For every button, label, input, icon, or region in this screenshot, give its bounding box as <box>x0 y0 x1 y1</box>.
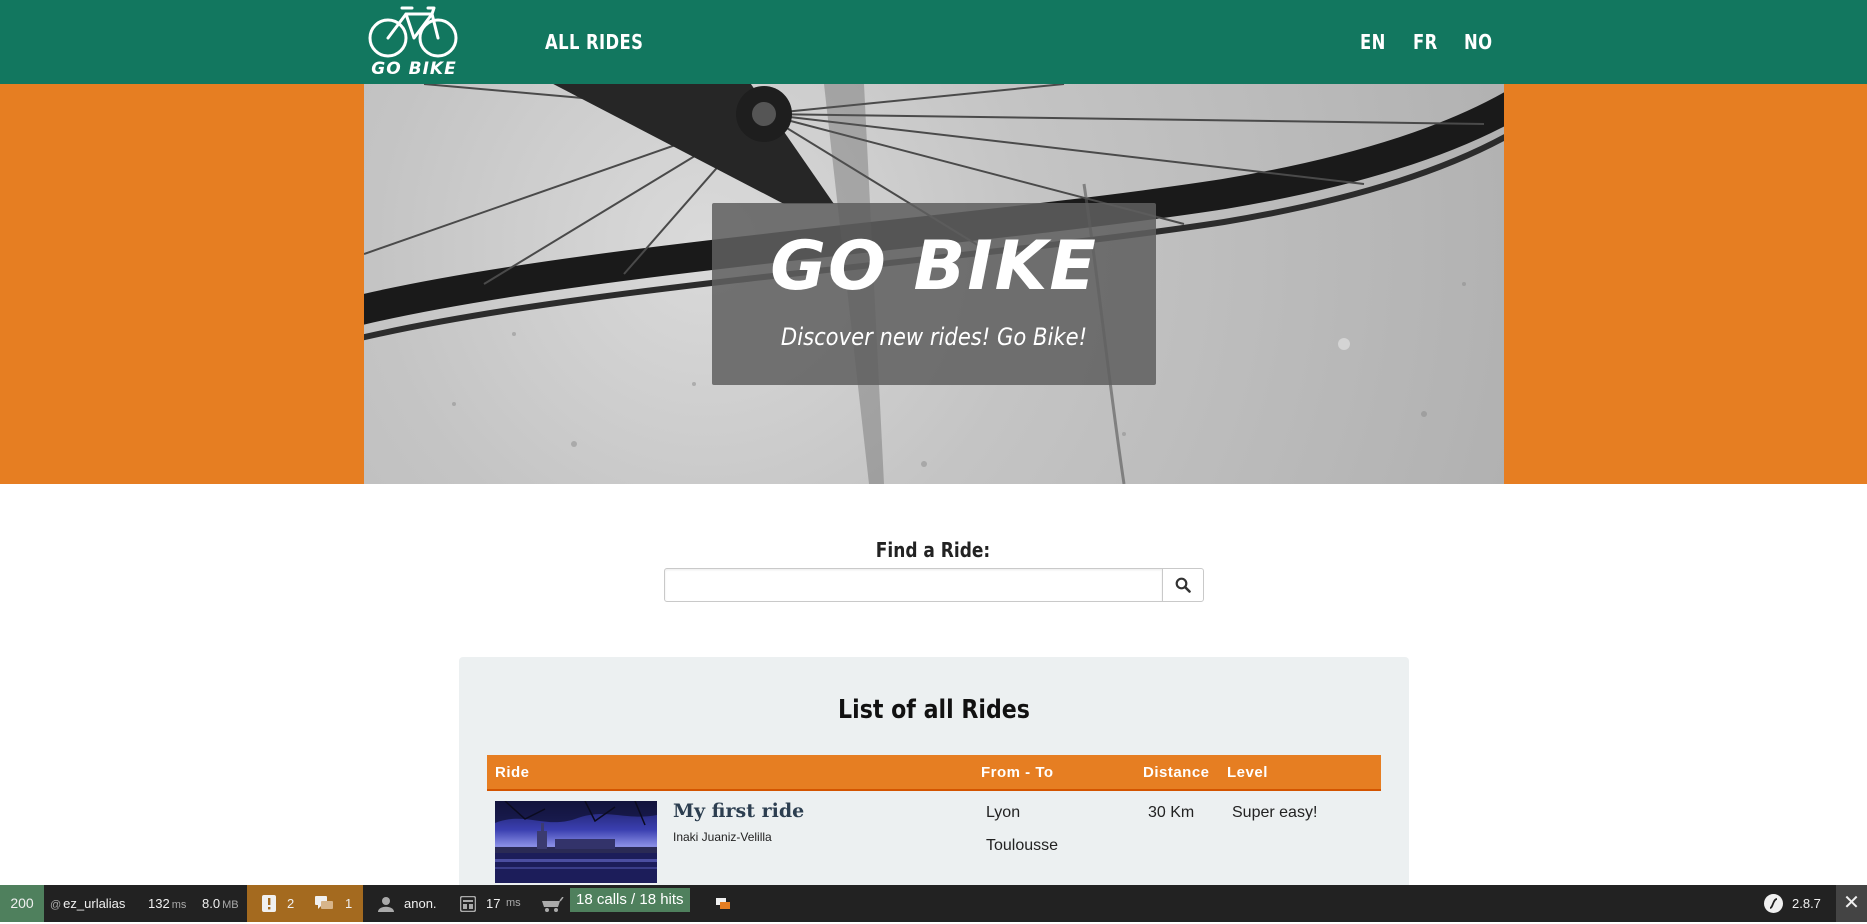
messages-count: 1 <box>345 896 353 911</box>
cache-calls-badge[interactable]: 18 calls / 18 hits <box>570 888 690 912</box>
nav-all-rides[interactable]: ALL RIDES <box>545 30 643 54</box>
memory-panel[interactable]: 8.0 MB <box>202 885 239 922</box>
user-name: anon. <box>404 896 437 911</box>
user-icon <box>378 897 394 912</box>
template-time-unit: ms <box>506 897 521 909</box>
search-button[interactable] <box>1162 568 1204 602</box>
route-panel[interactable]: @ ez_urlalias <box>50 885 125 922</box>
request-time: 132 <box>148 896 170 911</box>
find-ride-label: Find a Ride: <box>875 538 991 562</box>
search-icon <box>1175 577 1191 593</box>
column-header-level: Level <box>1227 764 1268 781</box>
warnings-count: 2 <box>287 896 295 911</box>
ride-distance: 30 Km <box>1148 804 1195 821</box>
ride-level: Super easy! <box>1232 804 1318 821</box>
warnings-panel[interactable]: 2 1 <box>247 885 363 922</box>
hero-subtitle: Discover new rides! Go Bike! <box>780 323 1088 351</box>
status-code-badge[interactable]: 200 <box>0 885 44 922</box>
logo-text: GO BIKE <box>371 59 457 79</box>
ride-to: Toulousse <box>986 837 1059 854</box>
lang-no[interactable]: NO <box>1464 30 1492 54</box>
lang-en[interactable]: EN <box>1360 30 1386 54</box>
column-header-ride: Ride <box>495 764 530 781</box>
ride-author: Inaki Juaniz-Velilla <box>673 830 772 844</box>
route-name: ez_urlalias <box>63 896 126 911</box>
table-header: Ride From - To Distance Level <box>487 755 1381 791</box>
close-toolbar-button[interactable]: ✕ <box>1836 885 1867 922</box>
debug-toolbar: 200 @ ez_urlalias 132 ms 8.0 MB 2 1 anon. 1… <box>0 885 1867 922</box>
top-navbar: GO BIKE ALL RIDES EN FR NO <box>0 0 1867 84</box>
log-warning-icon <box>262 895 276 912</box>
route-prefix: @ <box>50 899 62 911</box>
memory-value: 8.0 <box>202 896 221 911</box>
ajax-requests-icon <box>716 898 730 909</box>
bicycle-icon <box>368 6 458 58</box>
rides-list-title: List of all Rides <box>838 695 1030 725</box>
template-icon <box>460 896 476 912</box>
column-header-from-to: From - To <box>981 764 1054 781</box>
messages-icon <box>315 896 333 909</box>
time-unit: ms <box>171 899 187 911</box>
symfony-version: 2.8.7 <box>1792 896 1821 911</box>
symfony-logo-icon <box>1764 894 1783 913</box>
template-time: 17 <box>486 896 501 911</box>
hero-title: GO BIKE <box>770 227 1098 306</box>
ride-from: Lyon <box>986 804 1021 821</box>
hero-banner: GO BIKE Discover new rides! Go Bike! <box>712 203 1156 385</box>
time-panel[interactable]: 132 ms <box>148 885 186 922</box>
go-bike-logo[interactable]: GO BIKE <box>366 4 460 80</box>
search-input[interactable] <box>664 568 1163 602</box>
ride-thumbnail[interactable] <box>495 801 657 883</box>
close-icon: ✕ <box>1843 892 1860 914</box>
rides-panel: List of all Rides Ride From - To Distanc… <box>459 657 1409 922</box>
cache-icon <box>542 897 564 912</box>
memory-unit: MB <box>222 899 239 911</box>
column-header-distance: Distance <box>1143 764 1210 781</box>
ride-title-link[interactable]: My first ride <box>673 799 804 823</box>
lang-fr[interactable]: FR <box>1413 30 1438 54</box>
